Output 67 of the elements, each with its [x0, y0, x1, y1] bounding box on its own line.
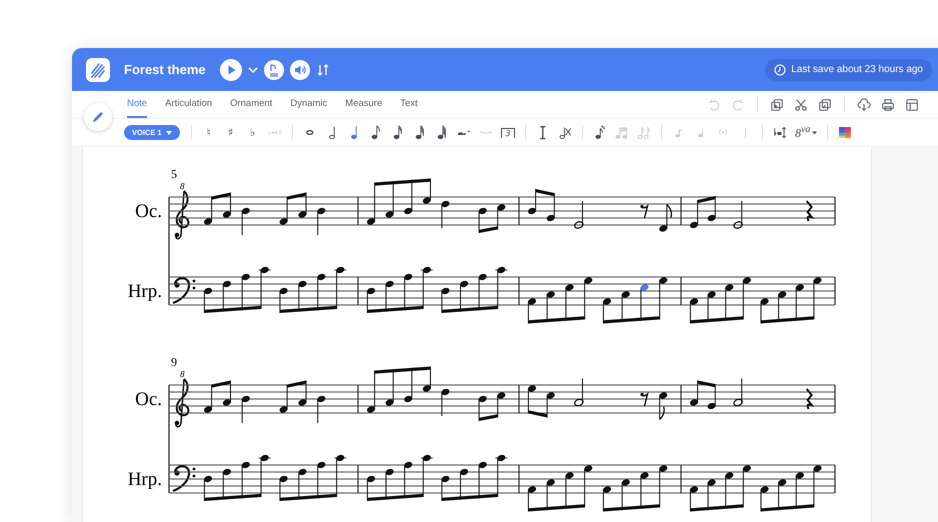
bass-clef-icon — [172, 465, 196, 492]
menu-tab[interactable]: Dynamic — [290, 91, 328, 118]
sixteenth-note-icon — [391, 124, 405, 140]
instrument-icon — [264, 60, 284, 80]
redo-icon — [731, 98, 745, 112]
cloud-download-icon — [857, 98, 871, 112]
transpose-icon — [773, 124, 787, 140]
swap-arrows-icon — [316, 62, 330, 76]
menu-tab[interactable]: Articulation — [165, 91, 212, 118]
play-icon — [220, 58, 242, 80]
dotted-note-icon — [458, 130, 470, 136]
thirty-second-note-icon — [413, 124, 427, 140]
measure-number: 5 — [171, 167, 177, 181]
printer-icon — [881, 98, 895, 112]
clef-octave-mark: 8 — [180, 369, 184, 379]
ottava-button[interactable]: 8$^{va}$ — [792, 123, 820, 142]
clock-icon — [774, 64, 786, 76]
score-title[interactable]: Forest theme — [124, 62, 206, 77]
parenthesis-icon — [718, 129, 728, 136]
stem-icon — [743, 126, 747, 138]
clef-octave-mark: 8 — [180, 181, 184, 191]
edit-mode-button[interactable] — [84, 103, 112, 131]
caret-icon — [248, 66, 258, 72]
instrument-button[interactable] — [264, 60, 284, 80]
flat-button[interactable]: ♭ — [242, 125, 263, 140]
quarter-note-icon — [350, 125, 358, 140]
beamed-notes-icon — [615, 124, 629, 140]
mixer-button[interactable] — [316, 62, 330, 76]
caret-icon — [812, 130, 818, 134]
instrument-name: Oc. — [135, 389, 162, 410]
measure-number: 9 — [171, 355, 177, 369]
color-palette-icon — [839, 126, 852, 138]
app-logo-icon[interactable] — [86, 58, 110, 82]
delete-note-icon — [558, 124, 572, 140]
sixty-fourth-note-icon — [435, 124, 449, 140]
small-note-icon — [698, 128, 704, 138]
save-status-text: Last save about 23 hours ago — [791, 64, 923, 75]
caret-icon — [166, 130, 172, 134]
play-button[interactable] — [220, 58, 242, 80]
sound-button[interactable] — [290, 60, 310, 80]
instrument-name: Oc. — [135, 201, 162, 222]
playback-menu-button[interactable] — [248, 66, 258, 72]
eighth-notes-icon — [637, 124, 651, 140]
grace-note-icon — [593, 124, 607, 140]
half-note-icon — [328, 126, 336, 140]
paste-icon — [818, 98, 832, 112]
sharp-button[interactable]: ♯ — [220, 125, 241, 140]
treble-clef-icon — [174, 378, 190, 428]
slashed-note-icon — [675, 128, 683, 138]
scissors-icon — [794, 98, 808, 112]
menu-tab[interactable]: Text — [400, 91, 418, 118]
duplicate-icon — [770, 98, 784, 112]
bass-clef-icon — [172, 277, 196, 304]
speaker-icon — [290, 60, 310, 80]
treble-clef-icon — [174, 190, 190, 240]
menu-tab[interactable]: Measure — [345, 91, 382, 118]
menu-tab[interactable]: Note — [127, 91, 148, 118]
pencil-icon — [91, 110, 105, 124]
undo-icon — [707, 98, 721, 112]
whole-note-icon — [306, 130, 314, 136]
tie-icon — [479, 130, 493, 135]
menu-tab[interactable]: Ornament — [230, 91, 272, 118]
instrument-name: Hrp. — [128, 281, 162, 302]
layout-icon — [905, 98, 919, 112]
eighth-note-icon — [369, 124, 383, 140]
instrument-name: Hrp. — [128, 469, 162, 490]
natural-button[interactable]: ♮ — [198, 125, 219, 140]
